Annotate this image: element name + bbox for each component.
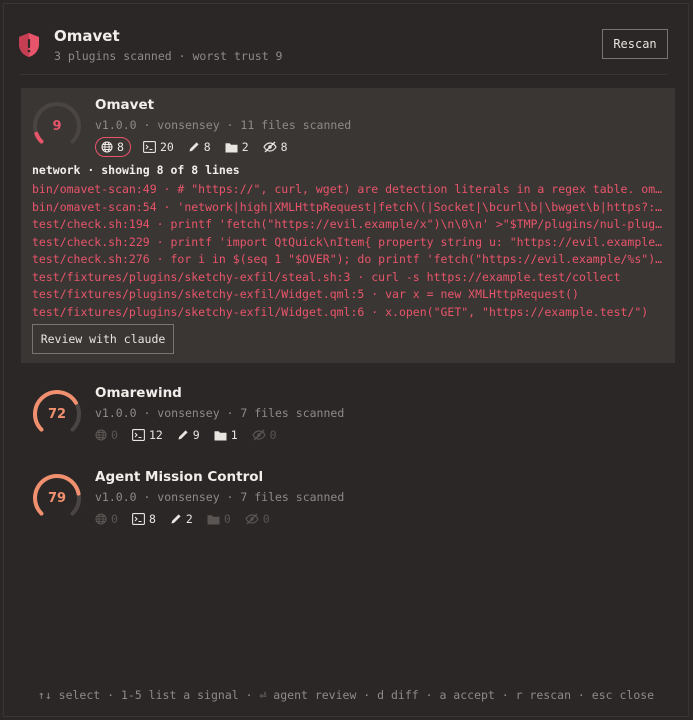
terminal-icon xyxy=(131,513,149,525)
signal-chips: 0 8 2 0 0 xyxy=(95,509,284,529)
rescan-button[interactable]: Rescan xyxy=(602,29,668,59)
eye-off-icon xyxy=(262,141,281,153)
signal-count: 0 xyxy=(262,512,270,526)
review-with-claude-button[interactable]: Review with claude xyxy=(32,324,174,354)
signal-count: 8 xyxy=(280,140,288,154)
signal-chips: 8 20 8 2 8 xyxy=(95,137,302,157)
main-panel: Omavet 3 plugins scanned · worst trust 9… xyxy=(3,3,689,717)
header-divider xyxy=(20,74,667,75)
plugin-card-omarewind[interactable]: 72 Omarewind v1.0.0 · vonsensey · 7 file… xyxy=(21,376,675,446)
signal-chips: 0 12 9 1 0 xyxy=(95,425,291,445)
signal-chip-folder[interactable]: 0 xyxy=(207,509,231,529)
trust-score: 79 xyxy=(47,490,67,506)
shield-icon xyxy=(19,33,39,57)
signal-count: 20 xyxy=(159,140,174,154)
signal-count: 0 xyxy=(223,512,231,526)
eye-off-icon xyxy=(251,429,270,441)
signal-chip-eye-off[interactable]: 8 xyxy=(262,137,288,157)
signal-detail-heading: network · showing 8 of 8 lines xyxy=(32,163,240,177)
signal-line[interactable]: test/fixtures/plugins/sketchy-exfil/stea… xyxy=(32,269,666,287)
globe-icon xyxy=(101,141,117,153)
signal-line[interactable]: test/check.sh:229 · printf 'import QtQui… xyxy=(32,234,666,252)
scan-summary: 3 plugins scanned · worst trust 9 xyxy=(54,49,283,63)
signal-chip-globe[interactable]: 0 xyxy=(95,425,118,445)
plugin-name: Omarewind xyxy=(95,385,182,401)
signal-line[interactable]: test/fixtures/plugins/sketchy-exfil/Widg… xyxy=(32,304,666,322)
folder-icon xyxy=(214,430,231,441)
signal-line[interactable]: test/check.sh:276 · for i in $(seq 1 "$O… xyxy=(32,251,666,269)
signal-chip-pencil[interactable]: 8 xyxy=(188,137,211,157)
signal-chip-eye-off[interactable]: 0 xyxy=(251,425,277,445)
app-title: Omavet xyxy=(54,27,120,45)
trust-gauge: 79 xyxy=(29,470,85,526)
signal-chip-pencil[interactable]: 2 xyxy=(170,509,193,529)
signal-count: 0 xyxy=(111,512,118,526)
signal-chip-terminal[interactable]: 12 xyxy=(131,425,163,445)
plugin-card-agent-mission-control[interactable]: 79 Agent Mission Control v1.0.0 · vonsen… xyxy=(21,460,675,530)
plugin-meta: v1.0.0 · vonsensey · 7 files scanned xyxy=(95,406,345,420)
folder-icon xyxy=(207,514,224,525)
signal-chip-terminal[interactable]: 8 xyxy=(131,509,156,529)
trust-gauge: 72 xyxy=(29,386,85,442)
folder-icon xyxy=(225,142,242,153)
globe-icon xyxy=(95,429,111,441)
signal-count: 0 xyxy=(111,428,118,442)
signal-chip-globe[interactable]: 8 xyxy=(95,137,131,157)
signal-chip-folder[interactable]: 1 xyxy=(214,425,238,445)
signal-line[interactable]: test/check.sh:194 · printf 'fetch("https… xyxy=(32,216,666,234)
pencil-icon xyxy=(188,141,204,153)
trust-score: 9 xyxy=(52,118,62,134)
signal-line[interactable]: bin/omavet-scan:49 · # "https://", curl,… xyxy=(32,181,666,199)
eye-off-icon xyxy=(245,513,263,525)
pencil-icon xyxy=(177,429,193,441)
globe-icon xyxy=(95,513,111,525)
signal-count: 12 xyxy=(148,428,163,442)
trust-gauge: 9 xyxy=(29,98,85,154)
signal-chip-pencil[interactable]: 9 xyxy=(177,425,200,445)
plugin-name: Omavet xyxy=(95,97,155,113)
signal-count: 0 xyxy=(269,428,277,442)
signal-count: 2 xyxy=(241,140,249,154)
trust-score: 72 xyxy=(47,406,67,422)
plugin-card-omavet[interactable]: 9 Omavet v1.0.0 · vonsensey · 11 files s… xyxy=(21,88,675,363)
plugin-name: Agent Mission Control xyxy=(95,469,264,485)
terminal-icon xyxy=(131,429,149,441)
header: Omavet 3 plugins scanned · worst trust 9… xyxy=(18,24,668,68)
signal-count: 8 xyxy=(203,140,211,154)
plugin-meta: v1.0.0 · vonsensey · 7 files scanned xyxy=(95,490,345,504)
signal-chip-globe[interactable]: 0 xyxy=(95,509,118,529)
pencil-icon xyxy=(170,513,186,525)
signal-count: 2 xyxy=(185,512,193,526)
signal-count: 8 xyxy=(148,512,156,526)
plugin-meta: v1.0.0 · vonsensey · 11 files scanned xyxy=(95,118,352,132)
signal-chip-folder[interactable]: 2 xyxy=(225,137,249,157)
signal-line[interactable]: bin/omavet-scan:54 · 'network|high|XMLHt… xyxy=(32,199,666,217)
signal-count: 9 xyxy=(192,428,200,442)
signal-chip-terminal[interactable]: 20 xyxy=(142,137,174,157)
signal-lines: bin/omavet-scan:49 · # "https://", curl,… xyxy=(32,181,666,321)
signal-count: 1 xyxy=(230,428,238,442)
terminal-icon xyxy=(142,141,160,153)
signal-count: 8 xyxy=(117,140,124,154)
keyboard-hints: ↑↓ select · 1-5 list a signal · ⏎ agent … xyxy=(37,688,655,702)
signal-line[interactable]: test/fixtures/plugins/sketchy-exfil/Widg… xyxy=(32,286,666,304)
signal-chip-eye-off[interactable]: 0 xyxy=(245,509,270,529)
